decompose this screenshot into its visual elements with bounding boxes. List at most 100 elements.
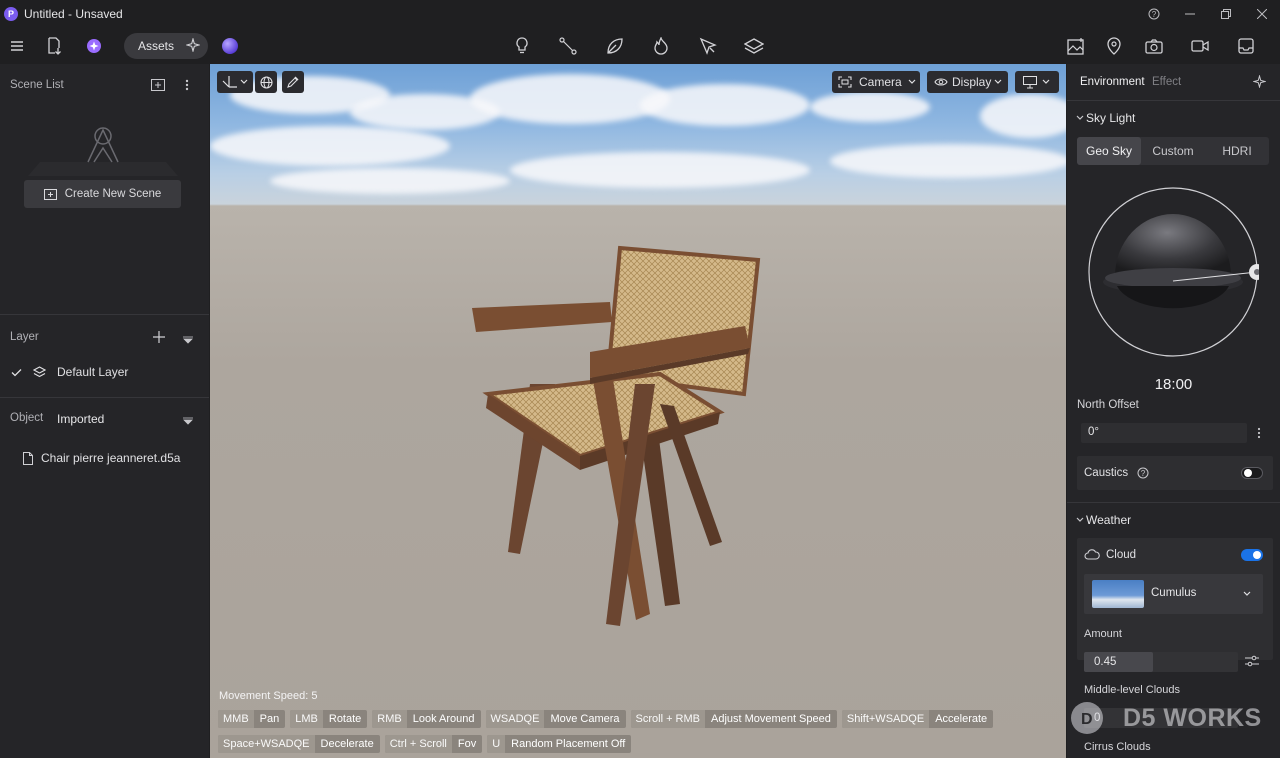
scene-more-button[interactable] [185, 79, 189, 94]
empty-scene-illustration [28, 127, 178, 176]
shortcut-hint: WSADQE Move Camera [485, 710, 626, 728]
menu-button[interactable] [7, 36, 27, 56]
sky-cloud [810, 92, 930, 122]
map-pin-icon [1107, 37, 1121, 55]
cloud-type-dropdown[interactable]: Cumulus [1084, 574, 1263, 614]
light-tool-button[interactable] [512, 36, 532, 56]
divider [1067, 100, 1280, 101]
shortcut-hint: U Random Placement Off [487, 735, 632, 753]
amount-slider[interactable]: 0.45 [1084, 652, 1238, 672]
camera-button[interactable] [1144, 36, 1164, 56]
add-scene-icon [43, 188, 57, 200]
amount-settings-button[interactable] [1245, 655, 1259, 670]
shortcut-key: WSADQE [485, 710, 545, 728]
minimize-button[interactable] [1172, 0, 1208, 28]
caustics-toggle[interactable] [1241, 467, 1263, 479]
layer-name: Default Layer [57, 365, 129, 379]
camera-frame-icon [838, 76, 852, 88]
add-scene-icon [151, 79, 165, 91]
caustics-label: Caustics [1084, 467, 1129, 479]
light-icon [516, 37, 528, 54]
camera-dropdown[interactable]: Camera [832, 71, 920, 93]
watermark-text: D5 WORKS [1123, 703, 1262, 732]
create-new-scene-button[interactable]: Create New Scene [24, 180, 181, 208]
display-dropdown-label: Display [952, 75, 992, 89]
sliders-icon [1245, 655, 1259, 667]
chevron-down-icon [994, 79, 1002, 84]
transform-tool-button[interactable] [217, 71, 253, 93]
sky-mode-hdri[interactable]: HDRI [1205, 137, 1269, 165]
amount-label: Amount [1084, 628, 1122, 640]
material-tool-button[interactable] [744, 36, 764, 56]
shortcut-key: Space+WSADQE [218, 735, 315, 753]
north-offset-more-button[interactable] [1257, 427, 1261, 442]
right-panel: Environment Effect Sky Light Geo Sky Cus… [1067, 64, 1280, 758]
assets-button[interactable]: Assets [124, 33, 208, 59]
shortcut-hint: Shift+WSADQE Accelerate [841, 710, 994, 728]
toggle-knob [1244, 469, 1252, 477]
divider [0, 314, 209, 315]
display-dropdown[interactable]: Display [927, 71, 1008, 93]
restore-icon [1221, 9, 1231, 19]
layer-row-default[interactable]: Default Layer [0, 360, 209, 384]
help-button[interactable]: ? [1136, 0, 1172, 28]
location-button[interactable] [1104, 36, 1124, 56]
eyedropper-icon [287, 76, 299, 88]
weather-title: Weather [1086, 513, 1132, 527]
vegetation-tool-button[interactable] [605, 36, 625, 56]
inbox-button[interactable] [1236, 36, 1256, 56]
svg-text:?: ? [1152, 10, 1157, 19]
add-layer-button[interactable] [153, 331, 165, 346]
viewport-options-dropdown[interactable] [1015, 71, 1059, 93]
select-tool-button[interactable] [698, 36, 718, 56]
shortcut-action: Fov [457, 738, 477, 750]
close-button[interactable] [1244, 0, 1280, 28]
layer-filter-button[interactable] [183, 333, 193, 347]
sky-mode-geo-sky[interactable]: Geo Sky [1077, 137, 1141, 165]
collapse-chevron-icon[interactable] [1076, 115, 1084, 121]
path-tool-button[interactable] [558, 36, 578, 56]
ai-settings-button[interactable] [1252, 74, 1267, 91]
world-space-button[interactable] [255, 71, 277, 93]
ai-orb-icon[interactable] [222, 38, 238, 54]
3d-viewport[interactable]: Camera Display Movement Speed: 5 MMB Pan L… [210, 64, 1066, 758]
main-toolbar: Assets [0, 28, 1280, 64]
chevron-down-icon [240, 79, 248, 84]
help-icon[interactable]: ? [1137, 467, 1149, 479]
camera-dropdown-label: Camera [859, 75, 902, 89]
image-render-icon [1067, 38, 1084, 55]
title-bar: P Untitled - Unsaved ? [0, 0, 1280, 28]
effect-tool-button[interactable] [651, 36, 671, 56]
restore-button[interactable] [1208, 0, 1244, 28]
filter-dropdown-icon [183, 336, 193, 344]
eyedropper-button[interactable] [282, 71, 304, 93]
vegetation-icon [607, 38, 623, 54]
cloud-type-label: Cumulus [1151, 587, 1197, 599]
import-button[interactable] [44, 36, 64, 56]
ai-assistant-button[interactable] [84, 36, 104, 56]
image-render-button[interactable] [1066, 36, 1086, 56]
shortcut-action: Look Around [412, 713, 475, 725]
check-icon [11, 368, 22, 376]
sky-mode-custom[interactable]: Custom [1141, 137, 1205, 165]
object-filter-button[interactable] [183, 414, 193, 428]
viewport-settings-icon [1023, 75, 1037, 88]
video-button[interactable] [1190, 36, 1210, 56]
object-filter-value[interactable]: Imported [57, 412, 104, 426]
amount-value: 0.45 [1094, 656, 1117, 668]
svg-text:D: D [1081, 711, 1093, 728]
sky-mode-selector: Geo Sky Custom HDRI [1077, 137, 1269, 165]
object-list-item[interactable]: Chair pierre jeanneret.d5a [0, 446, 209, 470]
north-offset-input[interactable]: 0° [1081, 423, 1247, 443]
cloud-toggle[interactable] [1241, 549, 1263, 561]
tab-effect[interactable]: Effect [1152, 76, 1181, 88]
cloud-card: Cloud Cumulus [1077, 538, 1273, 660]
shortcut-hint: LMB Rotate [290, 710, 368, 728]
add-scene-button[interactable] [151, 79, 165, 94]
tab-environment[interactable]: Environment [1080, 76, 1145, 88]
chevron-down-icon [1243, 591, 1251, 596]
axis-icon [222, 76, 237, 88]
collapse-chevron-icon[interactable] [1076, 517, 1084, 523]
shortcut-key: LMB [290, 710, 323, 728]
sun-position-dial[interactable] [1087, 186, 1259, 360]
